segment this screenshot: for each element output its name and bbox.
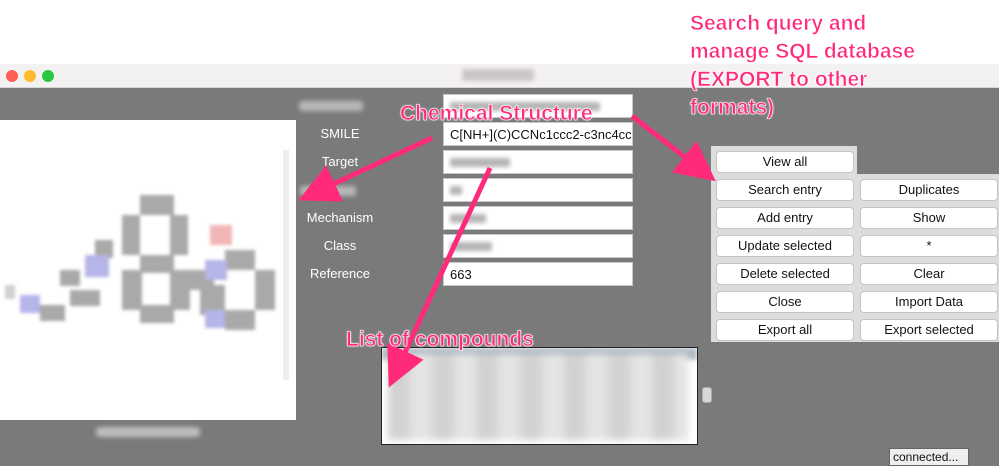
clear-button[interactable]: Clear: [860, 263, 998, 285]
reference-field[interactable]: 663: [443, 262, 633, 286]
search-annotation-line-2: manage SQL database: [690, 40, 915, 64]
export-selected-button[interactable]: Export selected: [860, 319, 998, 341]
structure-scrollbar[interactable]: [283, 150, 289, 380]
add-entry-button[interactable]: Add entry: [716, 207, 854, 229]
update-selected-button[interactable]: Update selected: [716, 235, 854, 257]
target-label: Target: [321, 154, 359, 169]
form-label-redacted-1: [299, 101, 363, 111]
connection-status: connected...: [889, 448, 969, 466]
window-title-redacted: [462, 69, 534, 81]
class-field[interactable]: [443, 234, 633, 258]
duplicates-button[interactable]: Duplicates: [860, 179, 998, 201]
reference-label: Reference: [310, 266, 370, 281]
import-data-button[interactable]: Import Data: [860, 291, 998, 313]
compound-list-rows-redacted[interactable]: [388, 354, 688, 440]
structure-caption-redacted: [96, 427, 200, 437]
list-scrollbar-handle[interactable]: [702, 387, 712, 403]
smile-label: SMILE: [320, 126, 360, 141]
delete-selected-button[interactable]: Delete selected: [716, 263, 854, 285]
show-button[interactable]: Show: [860, 207, 998, 229]
search-entry-button[interactable]: Search entry: [716, 179, 854, 201]
mechanism-value-redacted: [450, 214, 486, 223]
mechanism-field[interactable]: [443, 206, 633, 230]
field-4-value-redacted: [450, 186, 462, 195]
search-annotation-line-3: (EXPORT to other: [690, 68, 868, 92]
target-value-redacted: [450, 158, 510, 167]
mechanism-label: Mechanism: [306, 210, 374, 225]
export-all-button[interactable]: Export all: [716, 319, 854, 341]
compound-list-table[interactable]: [381, 347, 698, 445]
class-label: Class: [323, 238, 357, 253]
minimize-window-icon[interactable]: [24, 70, 36, 82]
chemical-structure-annotation: Chemical Structure: [400, 102, 593, 126]
search-annotation-line-1: Search query and: [690, 12, 867, 36]
molecule-image: [5, 195, 275, 330]
list-of-compounds-annotation: List of compounds: [346, 328, 534, 352]
view-all-button[interactable]: View all: [716, 151, 854, 173]
close-button[interactable]: Close: [716, 291, 854, 313]
maximize-window-icon[interactable]: [42, 70, 54, 82]
star-button[interactable]: *: [860, 235, 998, 257]
close-window-icon[interactable]: [6, 70, 18, 82]
class-value-redacted: [450, 242, 492, 251]
field-4[interactable]: [443, 178, 633, 202]
chemical-structure-view: [0, 120, 296, 420]
search-annotation: Search query and manage SQL database (EX…: [690, 10, 995, 122]
form-label-redacted-2: [300, 186, 356, 196]
target-field[interactable]: [443, 150, 633, 174]
search-annotation-line-4: formats): [690, 96, 775, 120]
